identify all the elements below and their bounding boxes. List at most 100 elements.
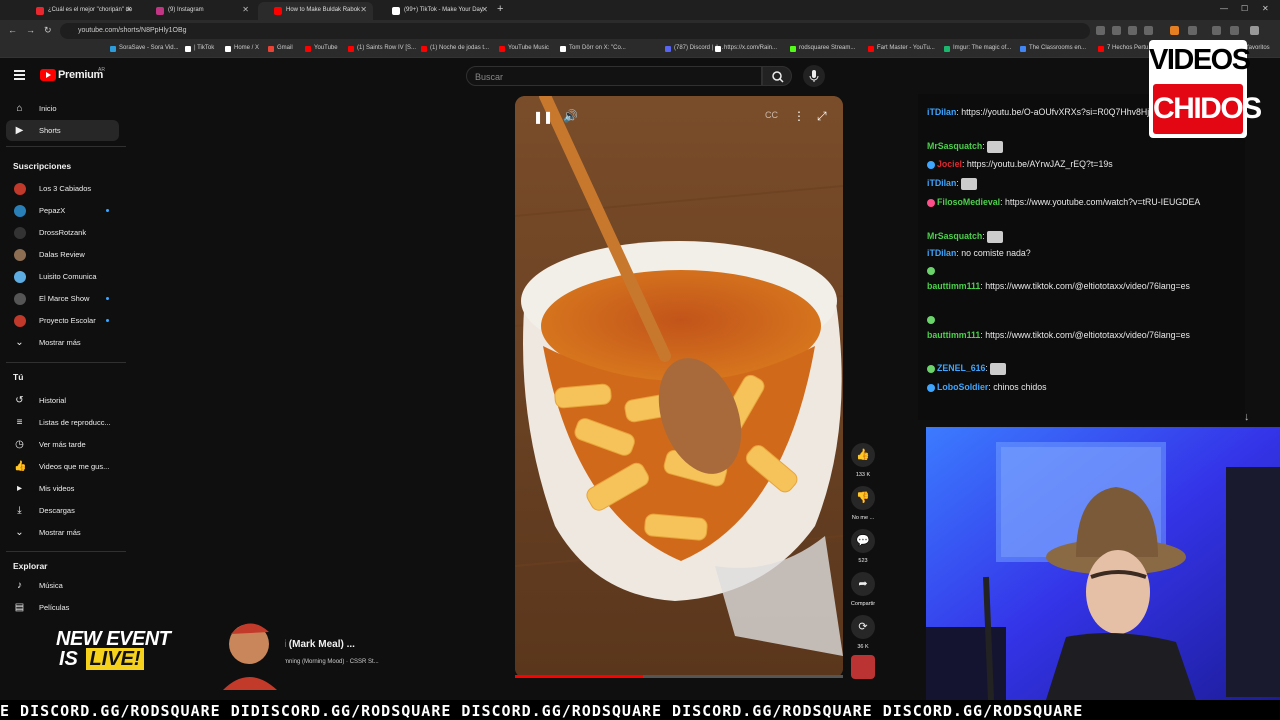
extension-icon[interactable] (1128, 26, 1137, 35)
pause-icon[interactable]: ❚❚ (533, 110, 553, 124)
remix-count: 36 K (857, 644, 869, 650)
tab-close-icon[interactable]: ✕ (242, 5, 249, 14)
subscriptions-heading[interactable]: Suscripciones (13, 161, 71, 171)
reload-icon[interactable]: ↻ (44, 25, 52, 36)
close-window-icon[interactable]: ✕ (1262, 4, 1269, 13)
chat-username: ZENEL_616 (937, 363, 986, 373)
video-progress-track[interactable] (642, 675, 843, 678)
profile-avatar[interactable] (1230, 26, 1239, 35)
sidebar-divider (6, 551, 126, 552)
bookmark-label: rodsquaree Stream... (799, 45, 856, 51)
hamburger-menu-icon[interactable] (14, 70, 25, 80)
sidebar-item-you[interactable]: ≡ Listas de reproducc... (6, 412, 119, 433)
bookmark-item[interactable]: YouTube (305, 45, 338, 52)
bookmark-item[interactable]: SoraSave - Sora Vid... (110, 45, 179, 52)
channel-avatar (14, 227, 26, 239)
bookmark-item[interactable]: Home / X (225, 45, 259, 52)
show-more-you[interactable]: ⌄ Mostrar más (6, 522, 119, 543)
new-tab-icon[interactable]: + (497, 3, 503, 15)
bookmark-item[interactable]: (1) Noche de jodas t... (421, 45, 489, 52)
bookmark-item[interactable]: | TikTok (185, 45, 214, 52)
share-icon[interactable] (1112, 26, 1121, 35)
browser-tab[interactable]: (9) Instagram ✕ (140, 2, 255, 20)
remix-button[interactable]: ⟳ (851, 615, 875, 639)
bookmark-item[interactable]: https://x.com/Rain... (715, 45, 777, 52)
sidebar-subscription[interactable]: Proyecto Escolar (6, 310, 119, 331)
extension-icon[interactable] (1170, 26, 1179, 35)
bookmark-item[interactable]: 7 Hechos Pertu... (1098, 45, 1153, 52)
forward-icon[interactable]: → (26, 25, 35, 35)
tab-close-icon[interactable]: ✕ (360, 5, 367, 14)
chat-message: MrSasquatch: (927, 138, 1217, 154)
sidebar-subscription[interactable]: PepazX (6, 200, 119, 221)
bookmark-item[interactable]: Imgur: The magic of... (944, 45, 1011, 52)
you-heading[interactable]: Tú (13, 372, 23, 382)
new-content-dot (106, 297, 109, 300)
zoom-icon[interactable] (1096, 26, 1105, 35)
chat-username: iTDilan (927, 178, 957, 188)
downloads-icon[interactable] (1212, 26, 1221, 35)
browser-tab[interactable]: ¿Cuál es el mejor "choripán" de ✕ (20, 2, 138, 20)
like-button[interactable]: 👍 (851, 443, 875, 467)
sound-thumbnail[interactable] (851, 655, 875, 679)
bookmark-label: Fart Master - YouTu... (877, 45, 935, 51)
youtube-premium-brand[interactable]: Premium (58, 69, 103, 81)
browser-tab[interactable]: (99+) TikTok - Make Your Day ✕ (376, 2, 494, 20)
address-bar[interactable]: youtube.com/shorts/N8PpHly1OBg (60, 23, 1090, 39)
watch-later-icon: ◷ (15, 439, 24, 450)
menu-kebab-icon[interactable] (1250, 26, 1259, 35)
video-progress-fill[interactable] (515, 675, 643, 678)
chat-text: https://www.tiktok.com/@eltiototaxx/vide… (985, 330, 1190, 340)
short-video-player[interactable]: ❚❚ 🔊 CC ⋮ ⤢ (515, 96, 843, 678)
bookmark-item[interactable]: YouTube Music (499, 45, 549, 52)
bookmark-favicon-icon (665, 46, 671, 52)
sidebar-subscription[interactable]: Los 3 Cabiados (6, 178, 119, 199)
your-videos-icon: ▸ (16, 483, 23, 494)
voice-search-button[interactable] (803, 65, 825, 87)
bookmark-item[interactable]: Fart Master - YouTu... (868, 45, 935, 52)
bookmark-item[interactable]: (1) Saints Row IV [S... (348, 45, 417, 52)
sidebar-item-shorts[interactable]: ▶ Shorts (6, 120, 119, 141)
share-button[interactable]: ➦ (851, 572, 875, 596)
chevron-down-icon: ⌄ (15, 527, 24, 538)
bookmark-item[interactable]: rodsquaree Stream... (790, 45, 856, 52)
search-button[interactable] (762, 66, 792, 86)
chat-message: bauttimm111: https://www.tiktok.com/@elt… (927, 330, 1190, 340)
volume-icon[interactable]: 🔊 (563, 109, 578, 123)
more-options-icon[interactable]: ⋮ (793, 109, 805, 123)
bookmark-label: (1) Saints Row IV [S... (357, 45, 417, 51)
bookmark-item[interactable]: Gmail (268, 45, 293, 52)
sidebar-item-inicio[interactable]: ⌂ Inicio (6, 98, 119, 119)
sidebar-item-you[interactable]: 👍 Videos que me gus... (6, 456, 119, 477)
sidebar-subscription[interactable]: DrossRotzank (6, 222, 119, 243)
sidebar-subscription[interactable]: Dalas Review (6, 244, 119, 265)
bookmark-item[interactable]: Tom Dörr on X: "Co... (560, 45, 626, 52)
comments-button[interactable]: 💬 (851, 529, 875, 553)
dislike-button[interactable]: 👎 (851, 486, 875, 510)
fullscreen-icon[interactable]: ⤢ (817, 109, 827, 124)
scroll-down-icon[interactable]: ↓ (1244, 411, 1250, 423)
bookmark-favicon-icon (715, 46, 721, 52)
explore-heading[interactable]: Explorar (13, 561, 48, 571)
show-more-subscriptions[interactable]: ⌄ Mostrar más (6, 332, 119, 353)
extensions-puzzle-icon[interactable] (1188, 26, 1197, 35)
maximize-icon[interactable]: ☐ (1241, 4, 1248, 13)
search-input[interactable]: Buscar (466, 66, 762, 86)
sidebar-item-you[interactable]: ◷ Ver más tarde (6, 434, 119, 455)
back-icon[interactable]: ← (8, 25, 17, 35)
bookmark-star-icon[interactable] (1144, 26, 1153, 35)
sidebar-item-you[interactable]: ↺ Historial (6, 390, 119, 411)
sidebar-subscription[interactable]: El Marce Show (6, 288, 119, 309)
tab-close-icon[interactable]: ✕ (125, 5, 132, 14)
bookmark-favicon-icon (499, 46, 505, 52)
sidebar-subscription[interactable]: Luisito Comunica (6, 266, 119, 287)
sidebar-item-explore[interactable]: ♪ Música (6, 575, 119, 596)
minimize-icon[interactable]: — (1220, 4, 1228, 13)
youtube-logo-icon[interactable] (40, 69, 56, 81)
sidebar-item-you[interactable]: ⤓ Descargas (6, 500, 119, 521)
tab-close-icon[interactable]: ✕ (481, 5, 488, 14)
browser-tab-active[interactable]: How to Make Buldak Rabok ✕ (258, 2, 373, 20)
bookmark-item[interactable]: The Classrooms en... (1020, 45, 1086, 52)
captions-icon[interactable]: CC (765, 110, 778, 120)
sidebar-item-you[interactable]: ▸ Mis videos (6, 478, 119, 499)
